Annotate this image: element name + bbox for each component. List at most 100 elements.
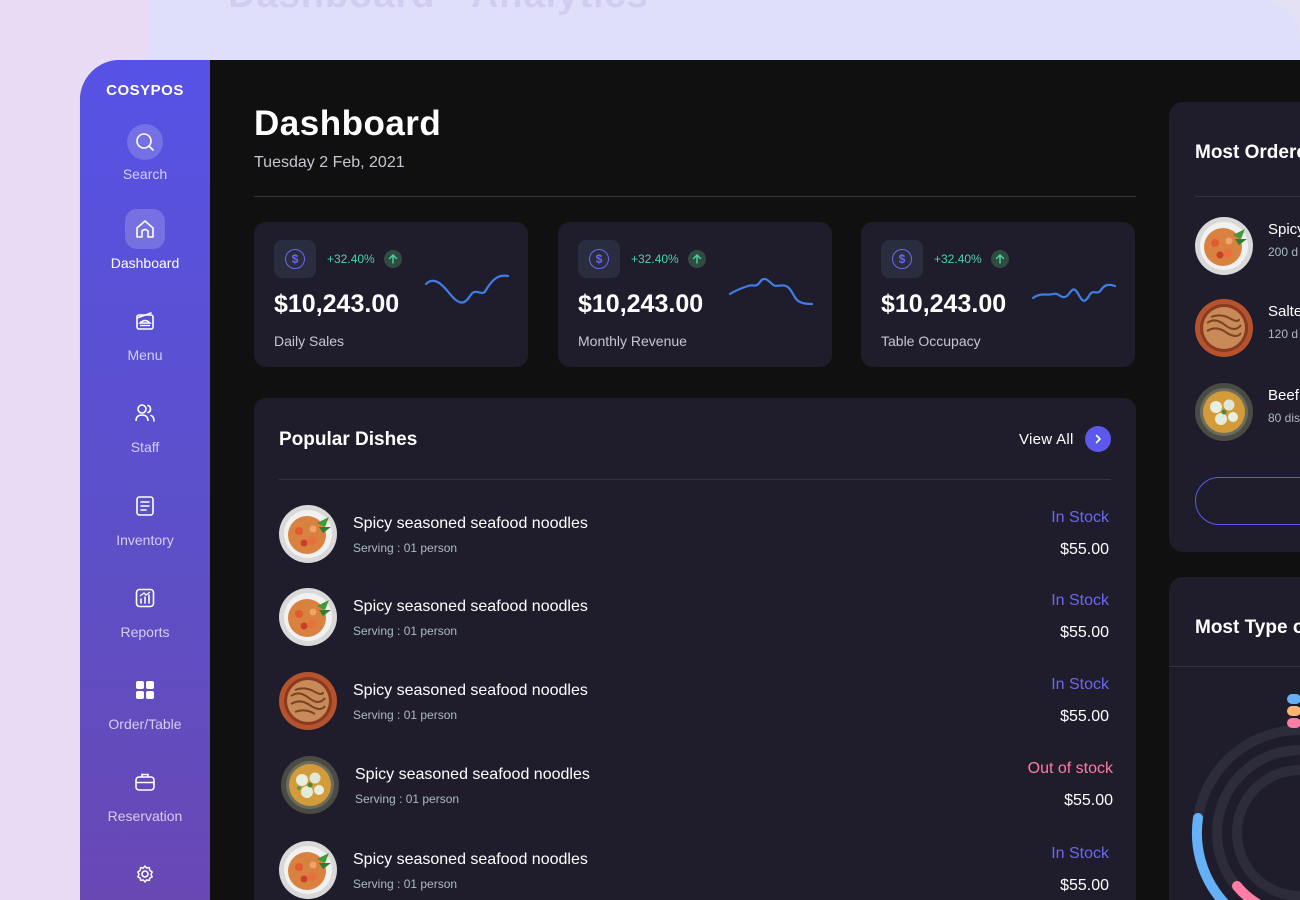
- dish-name: Spicy seasoned seafood noodles: [353, 851, 588, 868]
- dollar-icon: $: [274, 240, 316, 278]
- stat-value: $10,243.00: [881, 290, 1007, 318]
- brand-logo: COSYPOS: [106, 82, 184, 99]
- most-ordered-view-all-button[interactable]: [1195, 477, 1300, 525]
- dish-name: Spicy seasoned seafood noodles: [355, 766, 590, 783]
- sparkline-chart: [1031, 283, 1117, 302]
- sidebar-item-label: Inventory: [116, 532, 174, 548]
- sparkline-chart: [728, 277, 814, 306]
- sidebar-item-label: Reservation: [107, 808, 183, 824]
- most-type-title: Most Type of Order: [1195, 617, 1300, 638]
- view-all-label: View All: [1019, 430, 1074, 448]
- dish-serving: Serving : 01 person: [353, 624, 458, 638]
- arrow-up-icon: [384, 250, 402, 268]
- order-item-name: Salte: [1268, 303, 1300, 320]
- table-row[interactable]: Spicy seasoned seafood noodles Serving :…: [279, 841, 1111, 900]
- arrow-up-icon: [991, 250, 1009, 268]
- reports-icon: [125, 578, 165, 618]
- sidebar-item-order-table[interactable]: Order/Table: [80, 670, 210, 748]
- stat-value: $10,243.00: [274, 290, 400, 318]
- seafood-noodles-image: [279, 841, 337, 899]
- sidebar-item-label: Menu: [127, 347, 163, 363]
- sidebar-item-label: Order/Table: [108, 716, 182, 732]
- sidebar-item-search[interactable]: Search: [80, 122, 210, 200]
- inventory-icon: [125, 486, 165, 526]
- view-all-button[interactable]: View All: [1019, 426, 1111, 452]
- stat-value: $10,243.00: [578, 290, 704, 318]
- sidebar-item-label: Search: [122, 166, 168, 182]
- table-row[interactable]: Spicy seasoned seafood noodles Serving :…: [279, 588, 1111, 648]
- seafood-noodles-image: [279, 588, 337, 646]
- dollar-icon: $: [881, 240, 923, 278]
- table-row[interactable]: Spicy seasoned seafood noodles Serving :…: [281, 756, 1113, 816]
- stat-card-monthly-revenue[interactable]: $ +32.40% $10,243.00 Monthly Revenue: [558, 222, 832, 367]
- dish-price: $55.00: [1060, 624, 1109, 641]
- table-row[interactable]: Spicy seasoned seafood noodles Serving :…: [279, 672, 1111, 732]
- sidebar-item-dashboard[interactable]: Dashboard: [80, 209, 210, 287]
- dollar-icon: $: [578, 240, 620, 278]
- status-badge: In Stock: [1051, 509, 1109, 526]
- seafood-noodles-image: [1195, 217, 1253, 275]
- table-row[interactable]: Spicy seasoned seafood noodles Serving :…: [279, 505, 1111, 565]
- sidebar-item-menu[interactable]: Menu: [80, 301, 210, 379]
- status-badge: In Stock: [1051, 845, 1109, 862]
- users-icon: [125, 393, 165, 433]
- order-item-name: Beef: [1268, 387, 1299, 404]
- list-item[interactable]: Beef 80 dis: [1195, 383, 1300, 443]
- sidebar-item-settings[interactable]: [80, 854, 210, 900]
- sidebar: COSYPOS Search Dashboard Menu Staff Inve…: [80, 60, 210, 900]
- chevron-right-icon: [1084, 426, 1111, 452]
- pasta-image: [279, 672, 337, 730]
- sidebar-item-label: Reports: [120, 624, 170, 640]
- most-ordered-card: Most Ordered Spicy 200 d Salte 120 d: [1169, 102, 1300, 552]
- sparkline-chart: [424, 274, 510, 304]
- popular-dishes-title: Popular Dishes: [279, 429, 418, 450]
- order-item-count: 120 d: [1268, 327, 1299, 341]
- list-item[interactable]: Salte 120 d: [1195, 299, 1300, 359]
- sidebar-item-label: Dashboard: [110, 255, 180, 271]
- dish-serving: Serving : 01 person: [353, 708, 458, 722]
- dumplings-image: [281, 756, 339, 814]
- status-badge: In Stock: [1051, 592, 1109, 609]
- menu-icon: [125, 301, 165, 341]
- order-item-count: 80 dis: [1268, 411, 1300, 425]
- dish-name: Spicy seasoned seafood noodles: [353, 682, 588, 699]
- most-type-of-order-card: Most Type of Order: [1169, 577, 1300, 900]
- dish-serving: Serving : 01 person: [353, 541, 458, 555]
- grid-icon: [125, 670, 165, 710]
- dish-name: Spicy seasoned seafood noodles: [353, 515, 588, 532]
- stat-change: +32.40%: [631, 252, 679, 266]
- most-ordered-title: Most Ordered: [1195, 142, 1300, 163]
- dish-price: $55.00: [1060, 877, 1109, 894]
- most-ordered-divider: [1195, 196, 1300, 197]
- dish-price: $55.00: [1060, 541, 1109, 558]
- popular-divider: [279, 479, 1111, 480]
- stat-label: Table Occupacy: [881, 333, 981, 349]
- dish-serving: Serving : 01 person: [353, 877, 458, 891]
- dish-name: Spicy seasoned seafood noodles: [353, 598, 588, 615]
- search-icon: [127, 124, 163, 160]
- app-window: COSYPOS Search Dashboard Menu Staff Inve…: [80, 60, 1300, 900]
- briefcase-icon: [125, 762, 165, 802]
- page-date: Tuesday 2 Feb, 2021: [254, 154, 405, 171]
- list-item[interactable]: Spicy 200 d: [1195, 217, 1300, 277]
- dish-price: $55.00: [1060, 708, 1109, 725]
- background-page-title: Dashboard - Analytics: [228, 0, 649, 17]
- stat-change: +32.40%: [934, 252, 982, 266]
- home-icon: [125, 209, 165, 249]
- status-badge: In Stock: [1051, 676, 1109, 693]
- sidebar-item-inventory[interactable]: Inventory: [80, 486, 210, 564]
- order-item-name: Spicy: [1268, 221, 1300, 238]
- dish-price: $55.00: [1064, 792, 1113, 809]
- pasta-image: [1195, 299, 1253, 357]
- stat-card-daily-sales[interactable]: $ +32.40% $10,243.00 Daily Sales: [254, 222, 528, 367]
- stat-change: +32.40%: [327, 252, 375, 266]
- header-divider: [254, 196, 1136, 197]
- stat-label: Monthly Revenue: [578, 333, 687, 349]
- sidebar-item-staff[interactable]: Staff: [80, 393, 210, 471]
- page-title: Dashboard: [254, 104, 442, 143]
- sidebar-item-reports[interactable]: Reports: [80, 578, 210, 656]
- popular-dishes-card: Popular Dishes View All Spicy seasoned s…: [254, 398, 1136, 900]
- order-item-count: 200 d: [1268, 245, 1299, 259]
- sidebar-item-reservation[interactable]: Reservation: [80, 762, 210, 840]
- stat-card-table-occupancy[interactable]: $ +32.40% $10,243.00 Table Occupacy: [861, 222, 1135, 367]
